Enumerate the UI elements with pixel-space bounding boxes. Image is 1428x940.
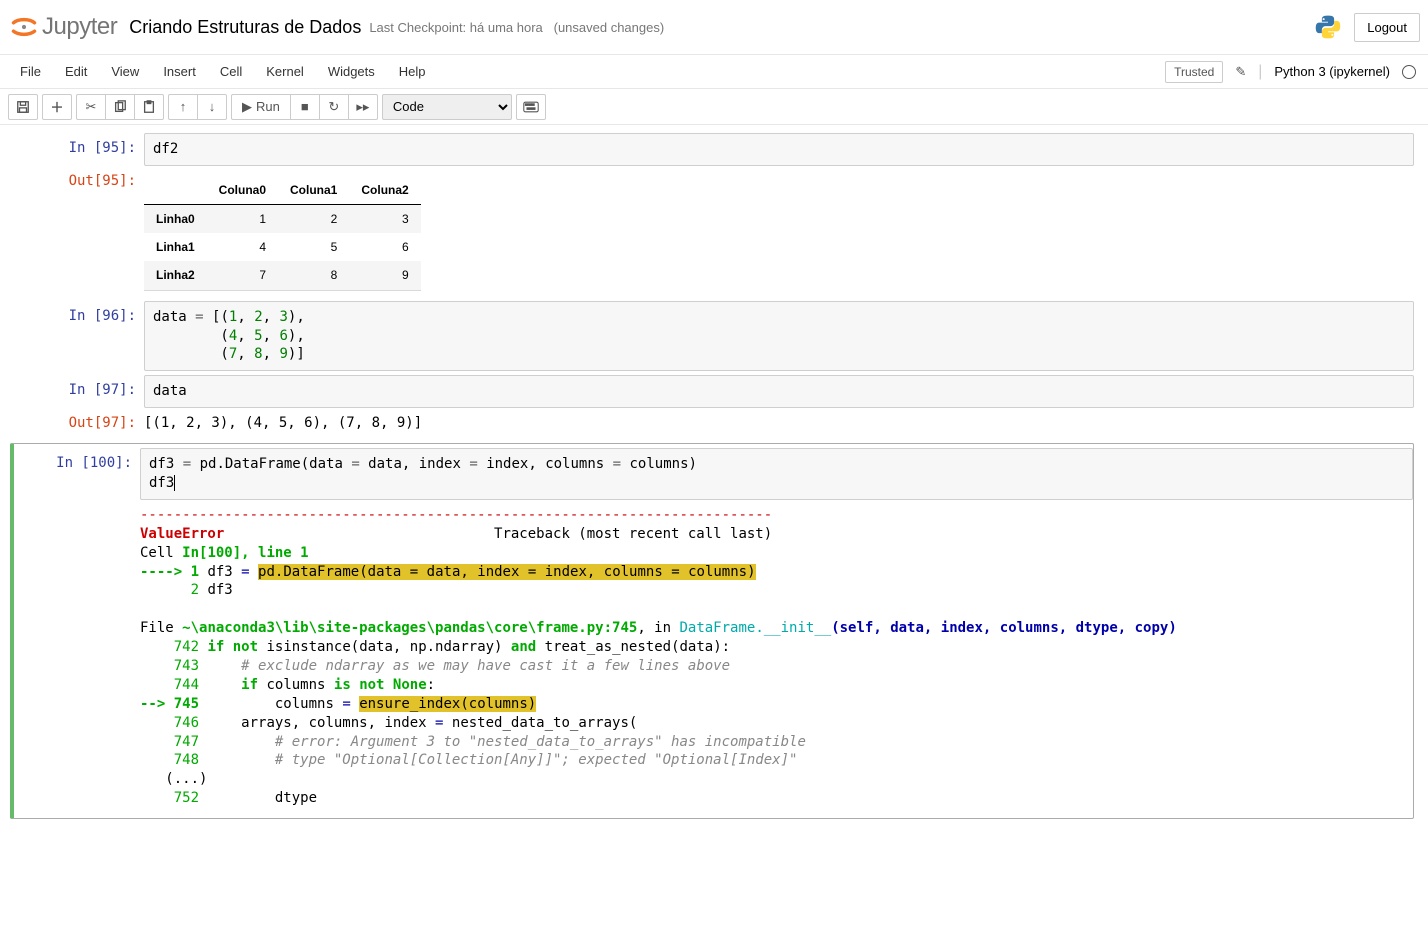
run-button[interactable]: ▶ Run bbox=[231, 94, 291, 120]
move-up-button[interactable]: ↑ bbox=[168, 94, 198, 120]
menu-help[interactable]: Help bbox=[387, 58, 438, 85]
in-prompt: In [100]: bbox=[18, 448, 140, 500]
jupyter-icon bbox=[10, 13, 38, 41]
kernel-name[interactable]: Python 3 (ipykernel) bbox=[1266, 64, 1398, 79]
menubar: File Edit View Insert Cell Kernel Widget… bbox=[0, 55, 1428, 89]
menu-file[interactable]: File bbox=[8, 58, 53, 85]
traceback-output: ----------------------------------------… bbox=[140, 500, 1413, 814]
in-prompt: In [96]: bbox=[14, 301, 144, 372]
kernel-status-icon bbox=[1402, 65, 1416, 79]
out-prompt: Out[95]: bbox=[14, 166, 144, 297]
cell-output: Coluna0Coluna1Coluna2Linha0123Linha1456L… bbox=[144, 166, 1414, 297]
jupyter-logo-text: Jupyter bbox=[42, 13, 117, 41]
logout-button[interactable]: Logout bbox=[1354, 13, 1420, 42]
paste-button[interactable] bbox=[134, 94, 164, 120]
interrupt-button[interactable]: ■ bbox=[290, 94, 320, 120]
code-cell[interactable]: In [95]: df2 Out[95]: Coluna0Coluna1Colu… bbox=[14, 133, 1414, 297]
code-input[interactable]: df3 = pd.DataFrame(data = data, index = … bbox=[140, 448, 1413, 500]
out-prompt: Out[97]: bbox=[14, 408, 144, 439]
trusted-badge[interactable]: Trusted bbox=[1165, 61, 1223, 83]
menu-cell[interactable]: Cell bbox=[208, 58, 254, 85]
add-cell-button[interactable]: ＋ bbox=[42, 94, 72, 120]
code-cell[interactable]: In [96]: data = [(1, 2, 3), (4, 5, 6), (… bbox=[14, 301, 1414, 372]
toolbar: ＋ ✂ ↑ ↓ ▶ Run ■ ↻ ▸▸ Code bbox=[0, 89, 1428, 125]
notebook-title[interactable]: Criando Estruturas de Dados bbox=[129, 17, 361, 38]
restart-button[interactable]: ↻ bbox=[319, 94, 349, 120]
copy-button[interactable] bbox=[105, 94, 135, 120]
menu-widgets[interactable]: Widgets bbox=[316, 58, 387, 85]
restart-run-all-button[interactable]: ▸▸ bbox=[348, 94, 378, 120]
code-input[interactable]: df2 bbox=[144, 133, 1414, 166]
in-prompt: In [97]: bbox=[14, 375, 144, 408]
python-icon bbox=[1314, 13, 1342, 41]
in-prompt: In [95]: bbox=[14, 133, 144, 166]
code-input[interactable]: data = [(1, 2, 3), (4, 5, 6), (7, 8, 9)] bbox=[144, 301, 1414, 372]
move-down-button[interactable]: ↓ bbox=[197, 94, 227, 120]
save-button[interactable] bbox=[8, 94, 38, 120]
notebook-container: In [95]: df2 Out[95]: Coluna0Coluna1Colu… bbox=[0, 125, 1428, 819]
code-cell-active[interactable]: In [100]: df3 = pd.DataFrame(data = data… bbox=[10, 443, 1414, 819]
jupyter-logo[interactable]: Jupyter bbox=[10, 13, 117, 41]
checkpoint-text: Last Checkpoint: há uma hora (unsaved ch… bbox=[369, 20, 664, 35]
code-input[interactable]: data bbox=[144, 375, 1414, 408]
menu-divider: | bbox=[1258, 63, 1262, 81]
cell-output: [(1, 2, 3), (4, 5, 6), (7, 8, 9)] bbox=[144, 408, 1414, 439]
notebook-header: Jupyter Criando Estruturas de Dados Last… bbox=[0, 0, 1428, 55]
pencil-icon[interactable]: ✎ bbox=[1227, 64, 1254, 80]
menu-edit[interactable]: Edit bbox=[53, 58, 99, 85]
code-cell[interactable]: In [97]: data Out[97]: [(1, 2, 3), (4, 5… bbox=[14, 375, 1414, 439]
cut-button[interactable]: ✂ bbox=[76, 94, 106, 120]
menu-view[interactable]: View bbox=[99, 58, 151, 85]
command-palette-button[interactable] bbox=[516, 94, 546, 120]
menu-kernel[interactable]: Kernel bbox=[254, 58, 316, 85]
out-prompt-empty bbox=[18, 500, 140, 814]
cell-type-select[interactable]: Code bbox=[382, 94, 512, 120]
menu-insert[interactable]: Insert bbox=[151, 58, 208, 85]
